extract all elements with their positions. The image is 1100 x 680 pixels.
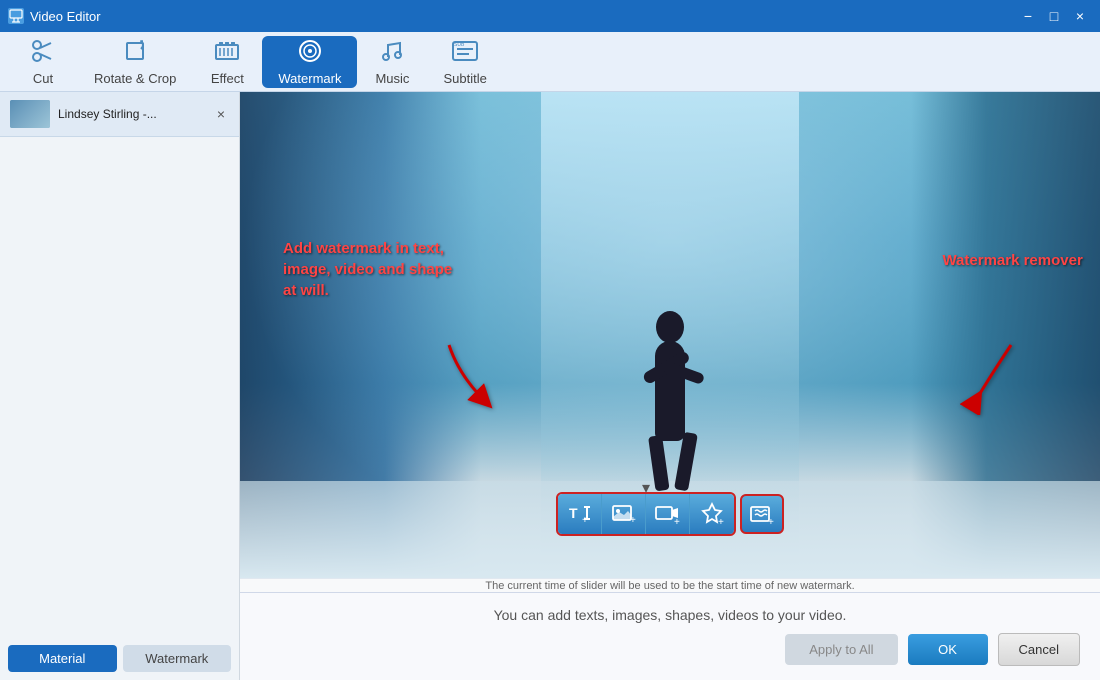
watermark-icon (296, 37, 324, 69)
add-shape-watermark-button[interactable]: + (690, 494, 734, 534)
add-video-watermark-button[interactable]: + (646, 494, 690, 534)
tab-cut-label: Cut (33, 71, 53, 86)
maximize-button[interactable]: □ (1042, 4, 1066, 28)
dancer-figure (630, 311, 710, 491)
hint-bar: The current time of slider will be used … (240, 578, 1100, 592)
tab-music[interactable]: Music (357, 36, 427, 88)
svg-text:+: + (582, 515, 588, 526)
svg-text:+: + (630, 515, 636, 526)
svg-text:T: T (569, 505, 578, 521)
remove-watermark-button[interactable]: + (740, 494, 784, 534)
sidebar-file-item[interactable]: Lindsey Stirling -... × (0, 92, 239, 137)
bottom-panel: You can add texts, images, shapes, video… (240, 592, 1100, 680)
rotate-icon (121, 37, 149, 69)
add-image-watermark-button[interactable]: + (602, 494, 646, 534)
file-thumbnail (10, 100, 50, 128)
bottom-actions: Apply to All OK Cancel (260, 633, 1080, 666)
title-bar: Video Editor − □ × (0, 0, 1100, 32)
annotation-left-text: Add watermark in text, image, video and … (283, 238, 463, 301)
bottom-message: You can add texts, images, shapes, video… (260, 607, 1080, 623)
app-title: Video Editor (30, 9, 1016, 24)
tab-bar: Cut Rotate & Crop Effect (0, 32, 1100, 92)
music-icon (378, 37, 406, 69)
subtitle-icon: SUB (451, 37, 479, 69)
watermark-tab-button[interactable]: Watermark (123, 645, 232, 672)
apply-to-all-button: Apply to All (785, 634, 897, 665)
video-area: Add watermark in text, image, video and … (240, 92, 1100, 578)
minimize-button[interactable]: − (1016, 4, 1040, 28)
arrow-left (429, 335, 509, 415)
annotation-right-text: Watermark remover (942, 252, 1082, 269)
cancel-button[interactable]: Cancel (998, 633, 1080, 666)
annotation-left: Add watermark in text, image, video and … (283, 238, 463, 301)
watermark-toolbar: ▾ T + (556, 492, 784, 536)
ok-button[interactable]: OK (908, 634, 988, 665)
tab-subtitle[interactable]: SUB Subtitle (427, 36, 502, 88)
arrow-right (951, 335, 1031, 415)
app-icon (8, 8, 24, 24)
svg-text:+: + (768, 517, 774, 527)
tab-rotate-label: Rotate & Crop (94, 71, 176, 86)
file-name: Lindsey Stirling -... (58, 107, 213, 121)
effect-icon (213, 37, 241, 69)
main-content: Lindsey Stirling -... × Material Waterma… (0, 92, 1100, 680)
tab-effect[interactable]: Effect (192, 36, 262, 88)
hint-text: The current time of slider will be used … (485, 580, 854, 592)
material-button[interactable]: Material (8, 645, 117, 672)
tab-effect-label: Effect (211, 71, 244, 86)
svg-text:+: + (718, 517, 724, 527)
cut-icon (29, 37, 57, 69)
tab-rotate[interactable]: Rotate & Crop (78, 36, 192, 88)
toolbar-wrapper: ▾ T + (556, 492, 736, 536)
watermark-tool-group: T + (556, 492, 736, 536)
file-close-icon[interactable]: × (213, 104, 229, 124)
tab-cut[interactable]: Cut (8, 36, 78, 88)
sidebar-buttons: Material Watermark (0, 637, 239, 680)
window-controls: − □ × (1016, 4, 1092, 28)
sidebar: Lindsey Stirling -... × Material Waterma… (0, 92, 240, 680)
tab-music-label: Music (375, 71, 409, 86)
video-background: Add watermark in text, image, video and … (240, 92, 1100, 578)
video-container: Add watermark in text, image, video and … (240, 92, 1100, 578)
tab-subtitle-label: Subtitle (443, 71, 486, 86)
right-panel: Add watermark in text, image, video and … (240, 92, 1100, 680)
annotation-right: Watermark remover (942, 252, 1082, 269)
close-button[interactable]: × (1068, 4, 1092, 28)
tab-watermark-label: Watermark (278, 71, 341, 86)
tab-watermark[interactable]: Watermark (262, 36, 357, 88)
svg-text:+: + (674, 517, 680, 527)
add-text-watermark-button[interactable]: T + (558, 494, 602, 534)
svg-text:SUB: SUB (454, 42, 465, 48)
